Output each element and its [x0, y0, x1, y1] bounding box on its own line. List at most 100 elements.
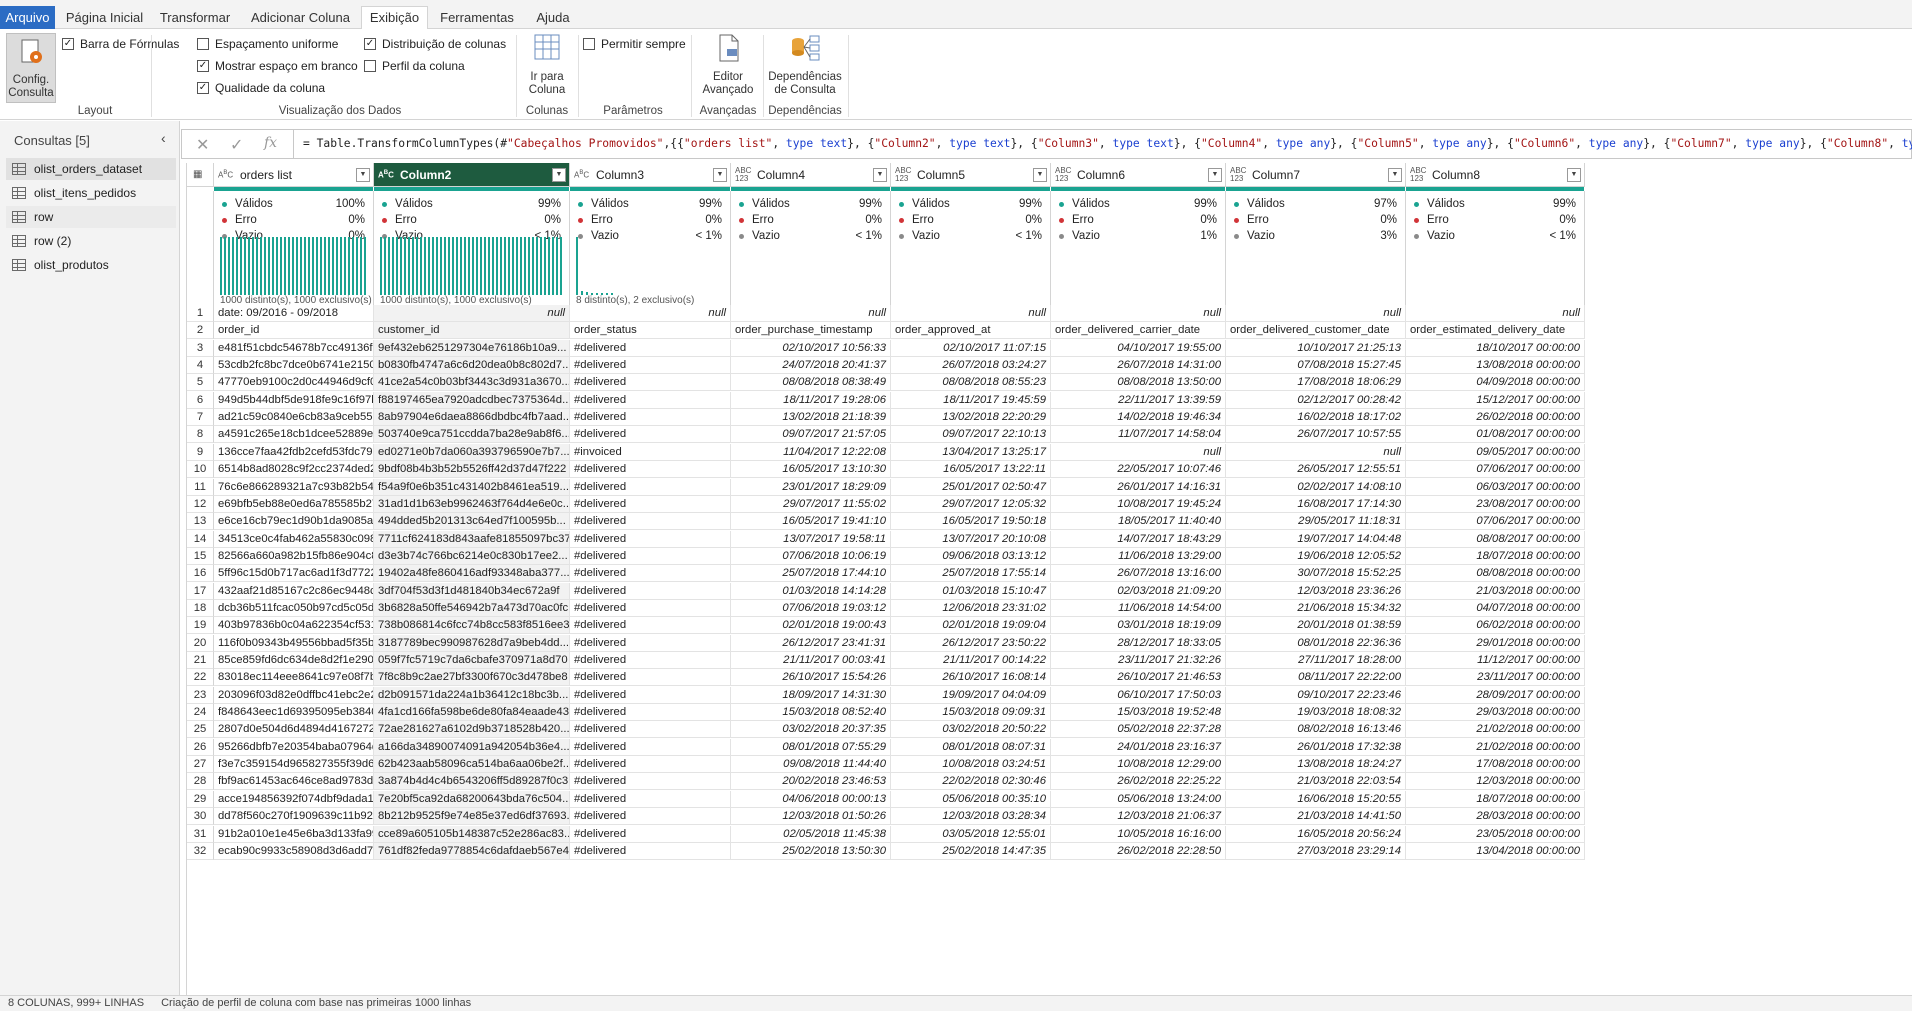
table-cell[interactable]: 13/04/2017 13:25:17: [891, 443, 1051, 461]
histogram-bar[interactable]: [440, 237, 442, 295]
table-cell[interactable]: #delivered: [570, 652, 731, 669]
table-cell[interactable]: 23/11/2017 00:00:00: [1406, 669, 1585, 687]
table-cell[interactable]: null: [731, 305, 891, 322]
table-cell[interactable]: 30/07/2018 15:52:25: [1226, 565, 1406, 583]
table-cell[interactable]: 8b212b9525f9e74e85e37ed6df37693...: [374, 808, 570, 826]
mostrar-espaco-checkbox[interactable]: ✓ Mostrar espaço em branco: [197, 59, 358, 73]
table-cell[interactable]: e69bfb5eb88e0ed6a785585b27e16...: [214, 495, 374, 513]
table-cell[interactable]: 13/02/2018 22:20:29: [891, 409, 1051, 427]
table-cell[interactable]: 12/03/2018 23:36:26: [1226, 582, 1406, 600]
table-cell[interactable]: null: [1226, 443, 1406, 461]
histogram-bar[interactable]: [472, 237, 474, 295]
table-row[interactable]: 165ff96c15d0b717ac6ad1f3d77225a35019402a…: [187, 565, 1585, 583]
table-cell[interactable]: 16/05/2017 19:50:18: [891, 513, 1051, 531]
table-cell[interactable]: 27/03/2018 23:29:14: [1226, 842, 1406, 860]
table-cell[interactable]: 18/11/2017 19:45:59: [891, 391, 1051, 409]
table-cell[interactable]: 10/08/2018 03:24:51: [891, 756, 1051, 774]
tab-página-inicial[interactable]: Página Inicial: [63, 7, 146, 29]
table-cell[interactable]: 47770eb9100c2d0c44946d9cf07ec6...: [214, 374, 374, 392]
table-cell[interactable]: 01/03/2018 15:10:47: [891, 582, 1051, 600]
table-cell[interactable]: 3b6828a50ffe546942b7a473d70ac0fc: [374, 599, 570, 617]
histogram-bar[interactable]: [484, 237, 486, 295]
table-cell[interactable]: 26/10/2017 15:54:26: [731, 669, 891, 687]
table-cell[interactable]: 22/02/2018 02:30:46: [891, 773, 1051, 791]
table-cell[interactable]: b0830fb4747a6c6d20dea0b8c802d7...: [374, 357, 570, 375]
histogram-bar[interactable]: [424, 237, 426, 295]
histogram-bar[interactable]: [532, 237, 534, 295]
barra-formulas-checkbox[interactable]: ✓ Barra de Fórmulas: [62, 37, 179, 51]
table-cell[interactable]: date: 09/2016 - 09/2018: [214, 305, 374, 322]
table-cell[interactable]: 41ce2a54c0b03bf3443c3d931a3670...: [374, 374, 570, 392]
table-cell[interactable]: 02/01/2018 19:09:04: [891, 617, 1051, 635]
table-cell[interactable]: f3e7c359154d965827355f39d6b1fdac: [214, 756, 374, 774]
histogram-bar[interactable]: [412, 237, 414, 295]
table-cell[interactable]: dd78f560c270f1909639c11b925620ea: [214, 808, 374, 826]
table-cell[interactable]: 18/10/2017 00:00:00: [1406, 339, 1585, 357]
table-cell[interactable]: 95266dbfb7e20354baba07964dac78...: [214, 738, 374, 756]
histogram-bar[interactable]: [420, 237, 422, 295]
histogram-bar[interactable]: [392, 237, 394, 295]
table-cell[interactable]: #delivered: [570, 461, 731, 479]
table-cell[interactable]: 26/02/2018 00:00:00: [1406, 409, 1585, 427]
table-cell[interactable]: 19/09/2017 04:04:09: [891, 686, 1051, 704]
table-cell[interactable]: 18/07/2018 00:00:00: [1406, 790, 1585, 808]
histogram-bar[interactable]: [536, 237, 538, 295]
distribuicao-checkbox[interactable]: ✓ Distribuição de colunas: [364, 37, 506, 51]
table-row[interactable]: 1434513ce0c4fab462a55830c0989c7edb7711cf…: [187, 530, 1585, 548]
table-cell[interactable]: cce89a605105b148387c52e286ac83...: [374, 825, 570, 843]
query-item[interactable]: row: [6, 206, 176, 228]
table-cell[interactable]: #delivered: [570, 582, 731, 600]
table-cell[interactable]: 761df82feda9778854c6dafdaeb567e4: [374, 842, 570, 860]
histogram-bar[interactable]: [480, 237, 482, 295]
table-cell[interactable]: 28/03/2018 00:00:00: [1406, 808, 1585, 826]
histogram-bar[interactable]: [356, 237, 358, 295]
table-cell[interactable]: 26/07/2018 14:31:00: [1051, 357, 1226, 375]
table-row[interactable]: 2 order_id customer_id order_status order_pu…: [187, 322, 1585, 340]
table-cell[interactable]: 82566a660a982b15fb86e904c8d329...: [214, 547, 374, 565]
table-cell[interactable]: 25/07/2018 17:55:14: [891, 565, 1051, 583]
table-cell[interactable]: 08/08/2017 00:00:00: [1406, 530, 1585, 548]
table-cell[interactable]: 26/01/2017 14:16:31: [1051, 478, 1226, 496]
table-row[interactable]: 1 date: 09/2016 - 09/2018 null null null null…: [187, 305, 1585, 322]
table-cell[interactable]: 16/06/2018 15:20:55: [1226, 790, 1406, 808]
tab-ajuda[interactable]: Ajuda: [531, 7, 575, 29]
histogram-bar[interactable]: [428, 237, 430, 295]
column-header[interactable]: ABC 123 Column8 ▼: [1406, 163, 1585, 187]
table-cell[interactable]: 9ef432eb6251297304e76186b10a9...: [374, 339, 570, 357]
table-cell[interactable]: 6514b8ad8028c9f2cc2374ded245783f: [214, 461, 374, 479]
table-cell[interactable]: #delivered: [570, 634, 731, 652]
table-cell[interactable]: 19/07/2017 14:04:48: [1226, 530, 1406, 548]
table-cell[interactable]: 76c6e866289321a7c93b82b54852dc...: [214, 478, 374, 496]
table-cell[interactable]: 03/01/2018 18:19:09: [1051, 617, 1226, 635]
histogram-bar[interactable]: [228, 237, 230, 295]
table-cell[interactable]: 02/05/2018 11:45:38: [731, 825, 891, 843]
table-cell[interactable]: 22/05/2017 10:07:46: [1051, 461, 1226, 479]
table-cell[interactable]: 34513ce0c4fab462a55830c0989c7edb: [214, 530, 374, 548]
table-cell[interactable]: 10/08/2018 12:29:00: [1051, 756, 1226, 774]
table-cell[interactable]: 11/07/2017 14:58:04: [1051, 426, 1226, 444]
histogram-bar[interactable]: [284, 237, 286, 295]
table-row[interactable]: 547770eb9100c2d0c44946d9cf07ec6...41ce2a…: [187, 374, 1585, 392]
query-item[interactable]: olist_itens_pedidos: [6, 182, 176, 204]
table-cell[interactable]: a166da34890074091a942054b36e4...: [374, 738, 570, 756]
any-type-icon[interactable]: ABC 123: [1230, 166, 1248, 183]
table-cell[interactable]: 13/08/2018 18:24:27: [1226, 756, 1406, 774]
histogram-bar[interactable]: [492, 237, 494, 295]
table-row[interactable]: 6949d5b44dbf5de918fe9c16f97b45f8af881974…: [187, 391, 1585, 409]
table-cell[interactable]: 24/07/2018 20:41:37: [731, 357, 891, 375]
qualidade-checkbox[interactable]: ✓ Qualidade da coluna: [197, 81, 325, 95]
table-cell[interactable]: 29/01/2018 00:00:00: [1406, 634, 1585, 652]
table-cell[interactable]: 15/03/2018 09:09:31: [891, 704, 1051, 722]
any-type-icon[interactable]: ABC 123: [1410, 166, 1428, 183]
table-cell[interactable]: 23/01/2017 18:29:09: [731, 478, 891, 496]
histogram-bar[interactable]: [496, 237, 498, 295]
table-row[interactable]: 12e69bfb5eb88e0ed6a785585b27e16...31ad1d…: [187, 495, 1585, 513]
column-filter-dropdown-icon[interactable]: ▼: [1388, 167, 1402, 182]
table-cell[interactable]: #delivered: [570, 704, 731, 722]
histogram-bar[interactable]: [296, 237, 298, 295]
table-cell[interactable]: 12/03/2018 01:50:26: [731, 808, 891, 826]
table-cell[interactable]: 04/07/2018 00:00:00: [1406, 599, 1585, 617]
column-filter-dropdown-icon[interactable]: ▼: [1033, 167, 1047, 182]
table-cell[interactable]: 29/03/2018 00:00:00: [1406, 704, 1585, 722]
table-cell[interactable]: order_estimated_delivery_date: [1406, 322, 1585, 340]
